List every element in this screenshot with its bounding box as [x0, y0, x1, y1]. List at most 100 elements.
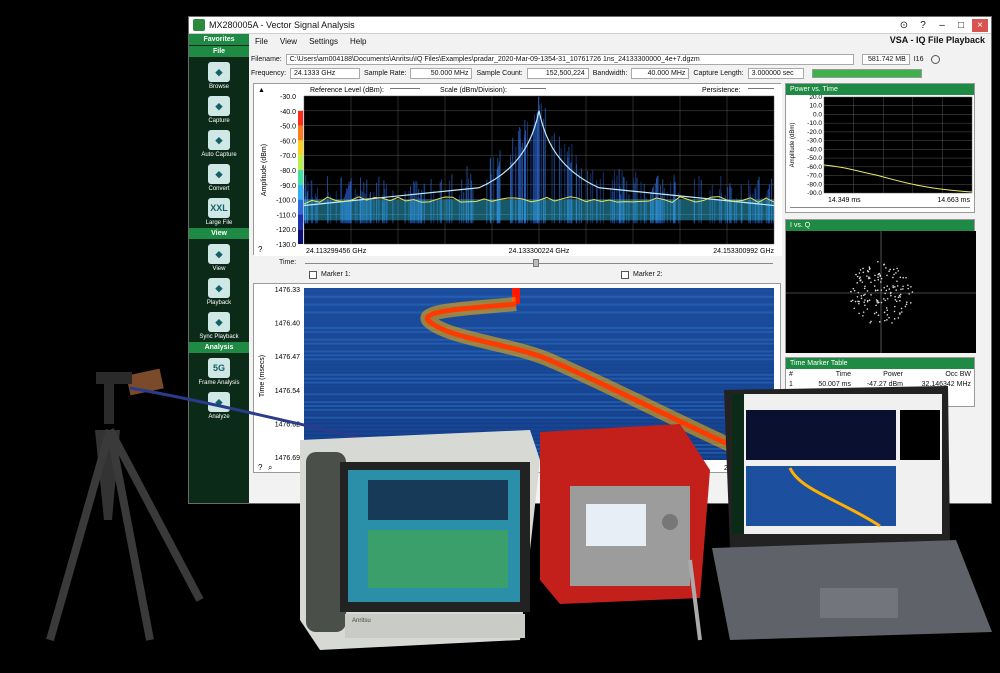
iq-point — [875, 304, 877, 307]
iq-point — [886, 285, 889, 287]
sidebar-item-auto-capture[interactable]: ◆ Auto Capture — [189, 126, 249, 160]
cell-power: -47.27 dBm — [866, 381, 903, 388]
sidebar-item-capture[interactable]: ◆ Capture — [189, 92, 249, 126]
camera-icon[interactable]: ⊙ — [896, 19, 912, 32]
spectrogram-row — [304, 373, 774, 376]
time-slider-thumb[interactable] — [533, 259, 539, 267]
colorbar-segment — [298, 110, 303, 126]
iq-point — [892, 286, 895, 289]
marker2-checkbox[interactable] — [621, 271, 629, 279]
sidebar-item-sync-playback[interactable]: ◆ Sync Playback — [189, 308, 249, 342]
spectrogram-row — [304, 291, 774, 294]
spectrum-ytick: -120.0 — [276, 227, 296, 234]
menu-view[interactable]: View — [280, 37, 297, 46]
iq-chart — [786, 231, 976, 353]
pvt-ytick: -80.0 — [807, 181, 822, 188]
menu-help[interactable]: Help — [350, 37, 366, 46]
frame-analysis-icon: 5G — [208, 358, 230, 378]
bit-depth: I16 — [913, 55, 924, 63]
col-occ-bw: Occ BW — [945, 371, 971, 378]
persistence-slider[interactable] — [748, 88, 774, 89]
iq-point — [894, 295, 896, 298]
iq-point — [869, 321, 871, 324]
spectrogram-row — [304, 420, 774, 423]
pvt-y-ticks: 20.0 10.00.0 -10.0 -20.0 -30.0-40.0 -50.0 -60.… — [807, 94, 822, 197]
reference-level-slider[interactable] — [390, 88, 420, 89]
iq-point — [855, 273, 857, 276]
spectrum-ytick: -60.0 — [280, 138, 296, 145]
capture-length-label: Capture Length: — [693, 69, 744, 77]
spectrogram-help-icon[interactable]: ? — [258, 463, 263, 472]
iq-point — [868, 268, 871, 271]
maximize-button[interactable]: □ — [953, 19, 969, 32]
cell-index: 1 — [789, 381, 793, 388]
help-icon[interactable]: ? — [915, 19, 931, 32]
menu-file[interactable]: File — [255, 37, 268, 46]
iq-point — [908, 293, 910, 295]
pvt-ytick: -60.0 — [807, 164, 822, 171]
capture-icon: ◆ — [208, 96, 230, 116]
iq-point — [879, 274, 882, 277]
marker1-checkbox[interactable] — [309, 271, 317, 279]
iq-point — [862, 271, 865, 274]
spectrogram-row — [304, 377, 774, 380]
iq-point — [880, 301, 883, 304]
iq-point — [884, 299, 887, 302]
iq-point — [895, 300, 898, 303]
marker2-label: Marker 2: — [633, 271, 663, 278]
iq-point — [907, 287, 910, 290]
scale-slider[interactable] — [520, 88, 546, 89]
spectrogram-row — [304, 319, 774, 322]
pvt-ytick: -30.0 — [807, 138, 822, 145]
power-vs-time-chart: 20.0 10.00.0 -10.0 -20.0 -30.0-40.0 -50.0 -60.… — [790, 94, 973, 208]
sidebar-item-browse[interactable]: ◆ Browse — [189, 58, 249, 92]
collapse-icon[interactable]: ▲ — [258, 87, 265, 94]
iq-point — [891, 322, 893, 324]
sidebar-section-file: File — [189, 46, 249, 57]
close-button[interactable]: × — [972, 18, 988, 32]
spectrogram-row — [304, 327, 774, 329]
iq-point — [883, 298, 885, 300]
colorbar-segment — [298, 125, 303, 141]
spectrogram-row — [304, 366, 774, 368]
bandwidth-value: 40.000 MHz — [631, 67, 690, 79]
pvt-scrollbar[interactable] — [790, 207, 970, 208]
sidebar-item-large-file[interactable]: XXL Large File — [189, 194, 249, 228]
sidebar-item-analyze[interactable]: ◆ Analyze — [189, 388, 249, 422]
iq-point — [858, 312, 860, 315]
iq-point — [874, 274, 876, 277]
minimize-button[interactable]: – — [934, 19, 950, 32]
sidebar-item-playback[interactable]: ◆ Playback — [189, 274, 249, 308]
frequency-value: 24.1333 GHz — [290, 67, 361, 79]
iq-point — [856, 275, 859, 278]
auto-capture-icon: ◆ — [208, 130, 230, 150]
sidebar-item-label: Large File — [205, 220, 233, 226]
iq-point — [857, 291, 860, 294]
spectrogram-row — [304, 385, 774, 388]
filename-field[interactable]: C:\Users\am004188\Documents\Anritsu\IQ F… — [285, 53, 854, 65]
sidebar-item-frame-analysis[interactable]: 5G Frame Analysis — [189, 354, 249, 388]
time-slider[interactable] — [305, 263, 773, 264]
spectrum-help-icon[interactable]: ? — [258, 245, 263, 254]
iq-point — [900, 307, 903, 310]
sidebar-item-view[interactable]: ◆ View — [189, 240, 249, 274]
pvt-xtick-1: 14.663 ms — [937, 197, 970, 204]
menu-settings[interactable]: Settings — [309, 37, 338, 46]
iq-point — [888, 288, 891, 290]
pvt-ytick: -50.0 — [807, 155, 822, 162]
zoom-icon[interactable]: ⌕ — [268, 463, 272, 472]
pvt-ytick: -40.0 — [807, 146, 822, 153]
iq-point — [850, 300, 853, 303]
large-file-icon: XXL — [208, 198, 230, 218]
iq-point — [880, 277, 883, 280]
spectrum-ytick: -70.0 — [280, 153, 296, 160]
iq-point — [883, 311, 886, 314]
table-row[interactable]: 1 50.007 ms -47.27 dBm 32.146342 MHz — [786, 380, 974, 389]
iq-point — [911, 291, 914, 293]
sidebar-item-convert[interactable]: ◆ Convert — [189, 160, 249, 194]
sample-count-value: 152,500,224 — [526, 67, 589, 79]
iq-point — [866, 270, 869, 272]
iq-point — [886, 297, 889, 300]
spectrum-xtick-1: 24.133300224 GHz — [509, 248, 570, 255]
iq-point — [899, 312, 901, 314]
